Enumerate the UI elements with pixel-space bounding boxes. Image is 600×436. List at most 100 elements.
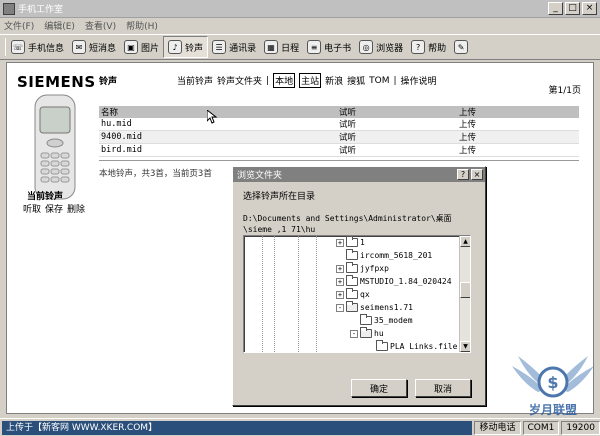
toolbar-separator [5,38,6,56]
app-icon [3,2,15,15]
collapse-icon[interactable]: - [350,329,358,338]
nav-local[interactable]: 本地 [273,73,296,88]
nav-sohu[interactable]: 搜狐 [347,74,365,87]
table-row[interactable]: 9400.mid 试听 上传 [99,130,579,144]
toolbar-schedule-button[interactable]: ▦ 日程 [260,36,303,58]
tree-item[interactable]: + jyfpxp [336,262,389,273]
file-name[interactable]: bird.mid [99,143,337,157]
toolbar-help-button[interactable]: ? 帮助 [407,36,450,58]
collapse-icon[interactable]: - [336,303,344,312]
scroll-down-icon[interactable]: ▼ [460,341,470,352]
toolbar-label: 日程 [281,43,300,54]
table-divider [99,160,579,161]
nav-main-site[interactable]: 主站 [299,73,322,88]
ringtone-table: 名称 试听 上传 hu.mid 试听 上传 9400.mid 试听 上传 bir… [99,106,579,157]
expand-icon[interactable]: + [336,264,344,273]
menu-help[interactable]: 帮助(H) [126,19,158,32]
scroll-thumb[interactable] [460,282,470,298]
tree-item[interactable]: - seimens1.71 [336,301,413,312]
scroll-up-icon[interactable]: ▲ [460,236,470,247]
toolbar-label: 铃声 [185,43,204,54]
tree-item[interactable]: - hu [350,327,384,338]
listen-link[interactable]: 试听 [337,130,457,144]
dialog-title: 浏览文件夹 [237,171,283,181]
dialog-close-button[interactable]: × [471,169,483,180]
open-folder-icon [360,327,372,338]
toolbar-sms-button[interactable]: ✉ 短消息 [68,36,120,58]
nav-tom[interactable]: TOM [369,76,389,86]
maximize-button[interactable]: □ [565,2,580,15]
folder-icon [346,249,358,260]
menu-edit[interactable]: 编辑(E) [44,19,75,32]
ringtone-nav: 当前铃声 铃声文件夹 | 本地 主站 新浪 搜狐 TOM | 操作说明 [177,73,437,88]
status-port: COM1 [522,420,560,435]
column-header-name[interactable]: 名称 [99,106,337,118]
expand-icon[interactable]: + [336,277,344,286]
toolbar-extra-button[interactable]: ✎ [450,36,472,58]
tree-item-label: ircomm_5618_201 [360,251,433,260]
nav-divider: | [393,75,397,86]
mouse-cursor-icon [207,110,217,124]
ok-button[interactable]: 确定 [351,379,407,397]
toolbar-label: 手机信息 [28,43,65,54]
tree-guide-line [274,236,275,352]
message-icon: ✉ [72,40,87,54]
column-header-upload[interactable]: 上传 [457,106,579,118]
tree-item-label: jyfpxp [360,264,389,273]
status-message: 上传于【新客网 WWW.XKER.COM】 [2,420,473,435]
tree-scrollbar[interactable]: ▲ ▼ [459,236,470,352]
tree-item-label: MSTUDIO_1.84_020424 [360,277,452,286]
file-name[interactable]: hu.mid [99,118,337,131]
listen-link[interactable]: 试听 [337,118,457,131]
nav-sina[interactable]: 新浪 [325,74,343,87]
browser-icon: ◎ [359,40,374,54]
expand-icon[interactable]: + [336,290,344,299]
brand-logo: SIEMENS [17,73,96,91]
toolbar-picture-button[interactable]: ▣ 图片 [120,36,163,58]
status-baud: 19200 [561,420,600,435]
upload-link[interactable]: 上传 [457,143,579,157]
cancel-button[interactable]: 取消 [415,379,471,397]
window-title: 手机工作室 [18,5,64,15]
toolbar-ringtone-button[interactable]: ♪ 铃声 [163,36,209,58]
toolbar-label: 浏览器 [376,43,404,54]
save-link[interactable]: 保存 [45,202,63,215]
current-ringtone-label: 当前铃声 [27,192,64,202]
browse-folder-dialog: 浏览文件夹 ? × 选择铃声所在目录 D:\Documents and Sett… [232,166,486,406]
tree-item[interactable]: + 1 [336,236,365,247]
nav-divider: | [266,75,270,86]
tree-item[interactable]: PLA Links.file [376,340,457,351]
upload-link[interactable]: 上传 [457,130,579,144]
listen-link[interactable]: 试听 [337,143,457,157]
tree-item[interactable]: + qx [336,288,370,299]
toolbar-phone-info-button[interactable]: ☏ 手机信息 [7,36,68,58]
toolbar-contacts-button[interactable]: ☰ 通讯录 [208,36,260,58]
current-ringtone-actions: 听取 保存 删除 [23,202,85,215]
listen-link[interactable]: 听取 [23,202,41,215]
delete-link[interactable]: 删除 [67,202,85,215]
table-row[interactable]: bird.mid 试听 上传 [99,143,579,157]
tree-item-label: hu [374,329,384,338]
tree-item[interactable]: + MSTUDIO_1.84_020424 [336,275,452,286]
table-row[interactable]: hu.mid 试听 上传 [99,118,579,131]
tree-item[interactable]: 35_modem [360,314,413,325]
title-bar: 手机工作室 _ □ × [0,0,600,18]
tree-item[interactable]: ircomm_5618_201 [346,249,433,260]
tree-guide-line [298,236,299,352]
folder-tree[interactable]: + 1 ircomm_5618_201 + jyfpxp + MSTUDIO_1… [243,235,471,353]
menu-file[interactable]: 文件(F) [4,19,34,32]
close-button[interactable]: × [582,2,597,15]
nav-instructions[interactable]: 操作说明 [401,74,437,87]
file-name[interactable]: 9400.mid [99,130,337,144]
nav-ringtone-folder[interactable]: 铃声文件夹 [217,74,262,87]
upload-link[interactable]: 上传 [457,118,579,131]
toolbar-ebook-button[interactable]: ≡ 电子书 [303,36,355,58]
dialog-help-button[interactable]: ? [457,169,469,180]
menu-view[interactable]: 查看(V) [85,19,116,32]
column-header-listen[interactable]: 试听 [337,106,457,118]
toolbar-browser-button[interactable]: ◎ 浏览器 [355,36,407,58]
minimize-button[interactable]: _ [548,2,563,15]
nav-current-ringtone[interactable]: 当前铃声 [177,74,213,87]
folder-icon [346,275,358,286]
expand-icon[interactable]: + [336,238,344,247]
